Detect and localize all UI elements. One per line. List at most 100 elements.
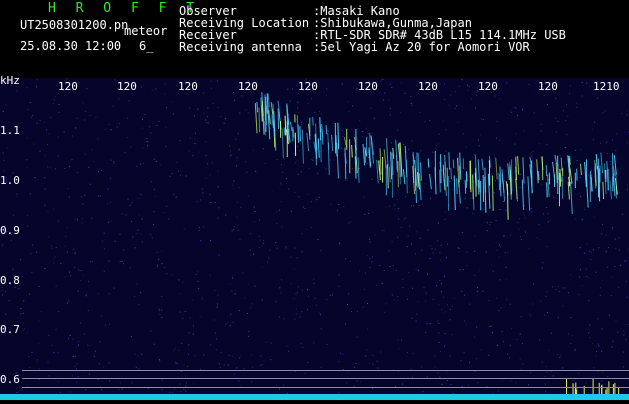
noise-speck xyxy=(90,345,91,346)
noise-speck xyxy=(232,230,233,231)
noise-speck xyxy=(493,393,494,394)
signal-streak xyxy=(470,161,471,193)
noise-speck xyxy=(337,210,338,211)
noise-speck xyxy=(76,368,77,369)
noise-speck xyxy=(140,164,141,165)
noise-speck xyxy=(588,175,589,176)
noise-speck xyxy=(90,115,91,116)
noise-speck xyxy=(585,383,586,384)
signal-streak xyxy=(503,181,505,201)
noise-speck xyxy=(455,108,456,109)
noise-speck xyxy=(105,325,106,326)
noise-speck xyxy=(432,252,433,253)
noise-speck xyxy=(445,311,446,312)
noise-speck xyxy=(519,229,520,230)
noise-speck xyxy=(612,347,613,348)
noise-speck xyxy=(576,103,577,104)
noise-speck xyxy=(439,305,440,306)
noise-speck xyxy=(398,208,399,209)
noise-speck xyxy=(36,86,37,87)
noise-speck xyxy=(496,220,497,221)
noise-speck xyxy=(342,354,343,355)
noise-speck xyxy=(31,272,32,273)
noise-speck xyxy=(365,356,366,357)
noise-speck xyxy=(77,376,78,377)
noise-speck xyxy=(276,223,277,224)
noise-speck xyxy=(22,131,23,132)
noise-speck xyxy=(520,358,521,359)
noise-speck xyxy=(586,276,587,277)
noise-speck xyxy=(609,177,610,178)
noise-speck xyxy=(467,85,468,86)
noise-speck xyxy=(207,108,208,109)
noise-speck xyxy=(250,255,251,256)
noise-speck xyxy=(49,133,50,134)
noise-speck xyxy=(161,263,162,264)
noise-speck xyxy=(364,289,365,290)
signal-streak xyxy=(391,152,392,179)
noise-speck xyxy=(441,283,442,284)
noise-speck xyxy=(23,330,24,331)
noise-speck xyxy=(220,367,221,368)
signal-streak xyxy=(485,168,486,193)
noise-speck xyxy=(359,270,360,271)
noise-speck xyxy=(185,375,186,376)
noise-speck xyxy=(368,157,369,158)
noise-speck xyxy=(612,341,613,342)
noise-speck xyxy=(562,288,563,289)
noise-speck xyxy=(69,272,70,273)
noise-speck xyxy=(152,90,153,91)
noise-speck xyxy=(162,389,163,390)
noise-speck xyxy=(581,149,582,150)
noise-speck xyxy=(519,218,520,219)
noise-speck xyxy=(52,248,53,249)
noise-speck xyxy=(562,305,563,306)
noise-speck xyxy=(75,253,76,254)
noise-speck xyxy=(31,117,32,118)
noise-speck xyxy=(376,285,377,286)
noise-speck xyxy=(98,293,99,294)
noise-speck xyxy=(302,347,303,348)
noise-speck xyxy=(439,252,440,253)
noise-speck xyxy=(240,356,241,357)
noise-speck xyxy=(298,286,299,287)
noise-speck xyxy=(206,178,207,179)
signal-streak xyxy=(318,139,319,158)
noise-speck xyxy=(65,277,66,278)
noise-speck xyxy=(568,292,569,293)
noise-speck xyxy=(577,160,578,161)
noise-speck xyxy=(92,261,93,262)
noise-speck xyxy=(557,354,558,355)
noise-speck xyxy=(200,199,201,200)
noise-speck xyxy=(207,116,208,117)
noise-speck xyxy=(416,269,417,270)
noise-speck xyxy=(501,307,502,308)
noise-speck xyxy=(312,160,313,161)
noise-speck xyxy=(108,222,109,223)
noise-speck xyxy=(314,283,315,284)
noise-speck xyxy=(625,339,626,340)
noise-speck xyxy=(131,336,132,337)
noise-speck xyxy=(215,202,216,203)
noise-speck xyxy=(179,279,180,280)
noise-speck xyxy=(464,295,465,296)
noise-speck xyxy=(578,193,579,194)
noise-speck xyxy=(146,138,147,139)
noise-speck xyxy=(398,348,399,349)
noise-speck xyxy=(326,299,327,300)
noise-speck xyxy=(185,391,186,392)
noise-speck xyxy=(111,160,112,161)
noise-speck xyxy=(268,257,269,258)
noise-speck xyxy=(502,331,503,332)
noise-speck xyxy=(568,334,569,335)
noise-speck xyxy=(294,298,295,299)
noise-speck xyxy=(230,314,231,315)
noise-speck xyxy=(232,275,233,276)
noise-speck xyxy=(612,229,613,230)
grid-line xyxy=(22,378,629,379)
noise-speck xyxy=(390,114,391,115)
noise-speck xyxy=(330,295,331,296)
noise-speck xyxy=(205,141,206,142)
noise-speck xyxy=(206,122,207,123)
noise-speck xyxy=(301,311,302,312)
